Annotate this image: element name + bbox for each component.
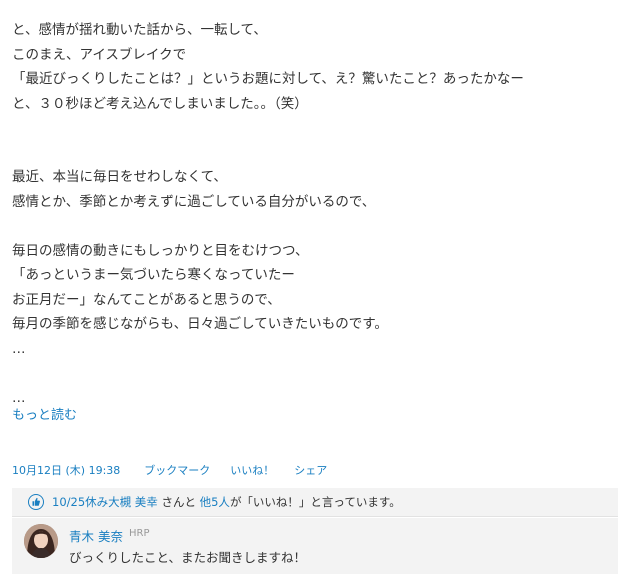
post-line: 「最近びっくりしたことは？」というお題に対して、え？驚いたこと？あったかなー [12,71,524,87]
liker-name-link[interactable]: 10/25休み大槻 美幸 [52,494,158,510]
comment-author-tag: HRP [129,528,150,539]
avatar-image [24,524,58,558]
post-date: 10月12日 (木) 19:38 [12,464,121,477]
read-more-link[interactable]: もっと読む [12,404,77,423]
like-link[interactable]: いいね！ [230,462,274,478]
post-meta-row: 10月12日 (木) 19:38 ブックマーク いいね！ シェア [12,462,347,478]
thumbs-up-icon [28,494,44,510]
comment-item: 青木 美奈 HRP びっくりしたこと、またお聞きしますね！ [12,518,618,574]
post-line: 毎月の季節を感じながらも、日々過ごしていきたいものです。 [12,316,388,332]
post-line: このまえ、アイスブレイクで [12,46,187,63]
likes-suffix-text: が「いいね！」と言っています。 [229,495,401,509]
blog-post: と、感情が揺れ動いた話から、一転して、 このまえ、アイスブレイクで 「最近びっく… [0,0,618,574]
post-line: 感情とか、季節とか考えずに過ごしている自分がいるので、 [12,193,376,210]
other-likers-link[interactable]: 他5人 [200,494,230,510]
likes-summary: 10/25休み大槻 美幸 さんと 他5人 が「いいね！」と言っています。 [12,488,618,517]
post-line: 「あっというまー気づいたら寒くなっていたー [12,267,295,283]
bookmark-link[interactable]: ブックマーク [144,462,210,478]
post-line: と、３０秒ほど考え込んでしまいました。。（笑） [12,95,308,112]
avatar[interactable] [24,524,58,558]
share-link[interactable]: シェア [294,462,327,478]
post-line: … [12,340,26,357]
comment-author-link[interactable]: 青木 美奈 [69,526,123,545]
likes-connector-text: さんと [157,495,200,509]
post-truncation-ellipsis: … [12,389,26,406]
post-body: と、感情が揺れ動いた話から、一転して、 このまえ、アイスブレイクで 「最近びっく… [12,18,606,410]
post-line: お正月だー」なんてことがあると思うので、 [12,291,281,308]
post-line: と、感情が揺れ動いた話から、一転して、 [12,22,267,38]
comment-text: びっくりしたこと、またお聞きしますね！ [69,550,307,565]
post-line: 毎日の感情の動きにもしっかりと目をむけつつ、 [12,242,309,259]
post-line: 最近、本当に毎日をせわしなくて、 [12,169,227,185]
